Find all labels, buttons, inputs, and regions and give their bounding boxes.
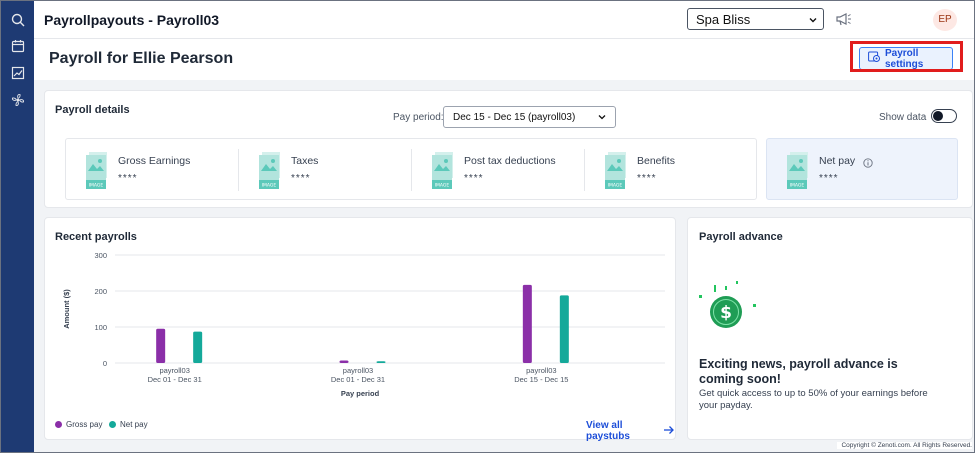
x-tick-label: Dec 01 - Dec 31 (331, 375, 385, 384)
payroll-advance-card: Payroll advance $ Exciting news, payroll… (687, 217, 973, 440)
x-tick-label: payroll03 (159, 366, 189, 375)
top-bar: Payrollpayouts - Payroll03 Spa Bliss EP (34, 1, 974, 39)
taxes-label: Taxes (291, 155, 319, 167)
post-tax-deductions-label: Post tax deductions (464, 155, 556, 167)
gross-earnings-label: Gross Earnings (118, 155, 191, 167)
payroll-advance-title: Payroll advance (699, 231, 783, 243)
app-title: Payrollpayouts - Payroll03 (44, 12, 220, 28)
announcement-icon[interactable] (835, 11, 853, 27)
location-select[interactable]: Spa Bliss (687, 8, 824, 30)
placeholder-image-text: IMAGE (262, 183, 277, 189)
copyright-text: Copyright © Zenoti.com. All Rights Reser… (837, 442, 972, 449)
legend-label: Net pay (120, 420, 148, 429)
net-pay-label: Net pay (819, 155, 856, 167)
info-icon[interactable] (863, 155, 873, 173)
summary-item-benefits: IMAGE Benefits **** (585, 139, 758, 201)
main-content: Payroll for Ellie Pearson Payroll settin… (34, 40, 974, 452)
show-data-label: Show data (879, 112, 927, 123)
dollar-symbol: $ (720, 303, 732, 323)
benefits-value: **** (637, 173, 657, 184)
gross-earnings-value: **** (118, 173, 138, 184)
x-tick-label: payroll03 (526, 366, 556, 375)
pay-period-value: Dec 15 - Dec 15 (payroll03) (453, 112, 576, 123)
pay-period-select[interactable]: Dec 15 - Dec 15 (payroll03) (443, 106, 616, 128)
reports-icon[interactable] (10, 65, 26, 81)
dollar-coin-icon: $ (698, 280, 760, 341)
fan-icon[interactable] (10, 92, 26, 108)
x-tick-label: Dec 15 - Dec 15 (514, 375, 568, 384)
bar (376, 361, 386, 363)
legend-dot (55, 421, 62, 428)
sidebar (1, 1, 34, 452)
y-tick-label: 200 (94, 287, 107, 296)
y-axis-label: Amount ($) (62, 289, 71, 329)
x-tick-label: payroll03 (343, 366, 373, 375)
x-axis-label: Pay period (341, 389, 380, 398)
chevron-down-icon (597, 112, 607, 125)
chevron-down-icon (808, 13, 818, 28)
view-all-paystubs-link[interactable]: View all paystubs (586, 420, 675, 442)
legend-net-pay: Net pay (109, 420, 148, 429)
placeholder-image-text: IMAGE (89, 183, 104, 189)
placeholder-image-icon: IMAGE (787, 151, 809, 189)
benefits-label: Benefits (637, 155, 675, 167)
search-icon[interactable] (10, 12, 26, 28)
placeholder-image-icon: IMAGE (259, 151, 281, 189)
bar (156, 328, 166, 363)
view-all-paystubs-label: View all paystubs (586, 420, 630, 442)
payroll-details-title: Payroll details (55, 104, 130, 116)
recent-payrolls-card: Recent payrolls 0 100 200 300 Amount ($) payr… (44, 217, 676, 442)
placeholder-image-text: IMAGE (790, 183, 805, 189)
payroll-details-card: Payroll details Pay period: Dec 15 - Dec… (44, 90, 973, 208)
page-header: Payroll for Ellie Pearson Payroll settin… (34, 40, 974, 80)
y-tick-label: 300 (94, 251, 107, 260)
employee-name: Ellie Pearson (132, 50, 234, 67)
toggle-knob (933, 111, 943, 121)
location-select-value: Spa Bliss (696, 12, 751, 27)
recent-payrolls-chart: 0100200300Amount ($)payroll03Dec 01 - De… (62, 251, 665, 398)
calendar-icon[interactable] (10, 38, 26, 54)
post-tax-deductions-value: **** (464, 173, 484, 184)
placeholder-image-text: IMAGE (608, 183, 623, 189)
summary-item-taxes: IMAGE Taxes **** (239, 139, 412, 201)
placeholder-image-icon: IMAGE (605, 151, 627, 189)
page-title-prefix: Payroll for (49, 50, 129, 67)
placeholder-image-text: IMAGE (435, 183, 450, 189)
net-pay-value: **** (819, 173, 839, 184)
payroll-advance-headline: Exciting news, payroll advance is coming… (699, 357, 898, 386)
y-tick-label: 0 (103, 359, 107, 368)
highlight-box (850, 41, 963, 72)
placeholder-image-icon: IMAGE (86, 151, 108, 189)
placeholder-image-icon: IMAGE (432, 151, 454, 189)
bar (559, 295, 569, 363)
page-title: Payroll for Ellie Pearson (49, 50, 234, 68)
summary-item-net-pay: IMAGE Net pay **** (766, 138, 958, 200)
show-data-toggle[interactable] (931, 109, 957, 123)
y-tick-label: 100 (94, 323, 107, 332)
legend-gross-pay: Gross pay (55, 420, 102, 429)
taxes-value: **** (291, 173, 311, 184)
arrow-right-icon (663, 425, 675, 438)
payroll-summary: IMAGE Gross Earnings **** IMAGE Taxes **… (65, 138, 757, 200)
x-tick-label: Dec 01 - Dec 31 (148, 375, 202, 384)
avatar[interactable]: EP (933, 9, 957, 31)
summary-item-post-tax-deductions: IMAGE Post tax deductions **** (412, 139, 585, 201)
bar (339, 360, 349, 363)
summary-item-gross-earnings: IMAGE Gross Earnings **** (66, 139, 239, 201)
bar (522, 284, 532, 363)
bar (193, 331, 203, 363)
legend-dot (109, 421, 116, 428)
legend-label: Gross pay (66, 420, 103, 429)
payroll-advance-description: Get quick access to up to 50% of your ea… (699, 388, 928, 411)
pay-period-label: Pay period: (393, 112, 444, 123)
